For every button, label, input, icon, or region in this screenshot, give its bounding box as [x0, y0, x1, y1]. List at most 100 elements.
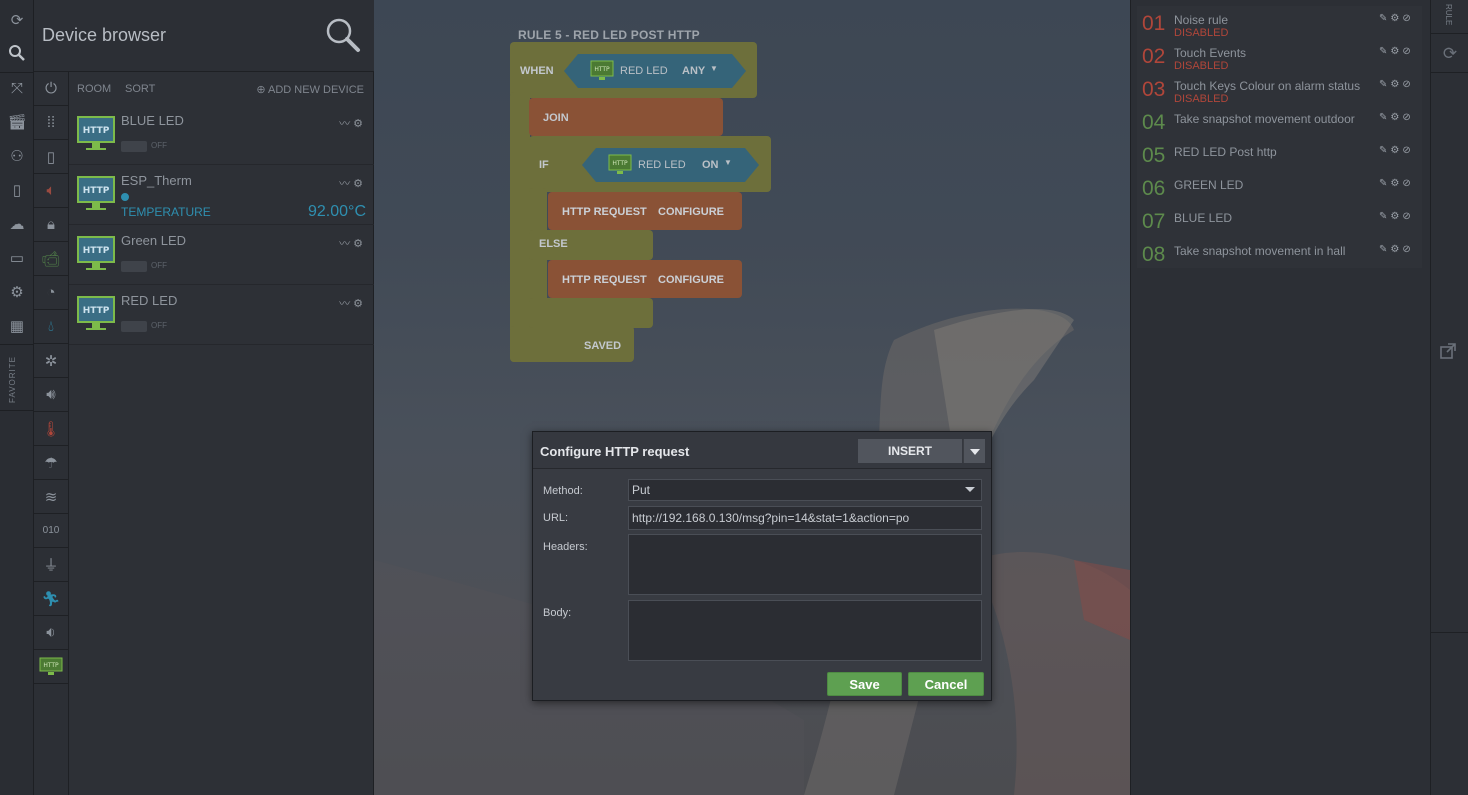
gear-icon[interactable]: ⚙	[353, 178, 366, 190]
device-item[interactable]: HTTP RED LED 〰⚙ OFF	[69, 285, 374, 345]
disable-icon[interactable]: ⊘	[1402, 112, 1413, 123]
rule-tab-label[interactable]: RULE	[1444, 4, 1453, 25]
binary-icon[interactable]: 010	[34, 514, 68, 548]
thermometer-icon[interactable]: 🌡︎	[34, 412, 68, 446]
disable-icon[interactable]: ⊘	[1402, 211, 1413, 222]
camera-icon[interactable]: 📹︎	[34, 242, 68, 276]
power-icon[interactable]: ⏻	[34, 72, 68, 106]
gear-icon[interactable]: ⚙	[1390, 145, 1402, 156]
folder-icon[interactable]: ▭	[5, 248, 29, 270]
edit-icon[interactable]: ✎	[1379, 112, 1390, 123]
chart-icon[interactable]: 〰	[339, 298, 353, 310]
configure-button[interactable]: CONFIGURE	[658, 206, 724, 218]
save-button[interactable]: Save	[827, 672, 902, 696]
configure-button[interactable]: CONFIGURE	[658, 274, 724, 286]
gear-icon[interactable]: ⚙	[1390, 46, 1402, 57]
gear-icon[interactable]: ⚙	[353, 298, 366, 310]
volume-icon[interactable]: 🔊︎	[34, 378, 68, 412]
edit-icon[interactable]: ✎	[1379, 145, 1390, 156]
favorite-label[interactable]: FAVORITE	[8, 356, 17, 403]
room-button[interactable]: ROOM	[77, 83, 111, 95]
device-toggle[interactable]	[121, 261, 147, 272]
refresh-icon[interactable]: ⟳	[5, 10, 29, 32]
chart-icon[interactable]: 〰	[339, 178, 353, 190]
headers-input[interactable]	[628, 534, 982, 595]
dots-icon[interactable]: ⁞⁞	[34, 106, 68, 140]
siren-icon[interactable]: 🔉︎	[34, 616, 68, 650]
gear-icon[interactable]: ⚙	[1390, 79, 1402, 90]
insert-dropdown-toggle[interactable]	[963, 439, 985, 463]
rule-item[interactable]: 08 Take snapshot movement in hall ✎⚙⊘	[1141, 239, 1426, 272]
rule-item[interactable]: 01 Noise rule DISABLED ✎⚙⊘	[1141, 8, 1426, 41]
fan-icon[interactable]: ✲	[34, 344, 68, 378]
disable-icon[interactable]: ⊘	[1402, 244, 1413, 255]
users-icon[interactable]: ⚇	[5, 146, 29, 168]
edit-icon[interactable]: ✎	[1379, 46, 1390, 57]
document-icon[interactable]: ▯	[5, 180, 29, 202]
refresh-icon[interactable]: ⟳	[1440, 44, 1460, 64]
rule-item[interactable]: 03 Touch Keys Colour on alarm status DISAB…	[1141, 74, 1426, 107]
rules-panel: 01 Noise rule DISABLED ✎⚙⊘ 02 Touch Events DIS…	[1130, 0, 1430, 795]
calendar-icon[interactable]: ▦	[5, 316, 29, 338]
search-icon[interactable]	[324, 16, 364, 56]
rule-item[interactable]: 04 Take snapshot movement outdoor ✎⚙⊘	[1141, 107, 1426, 140]
insert-button[interactable]: INSERT	[858, 439, 962, 463]
cancel-button[interactable]: Cancel	[908, 672, 984, 696]
door-icon[interactable]: ▯	[34, 140, 68, 174]
device-item[interactable]: HTTP ESP_Therm 〰⚙ TEMPERATURE 92.00°C	[69, 165, 374, 225]
drop-icon[interactable]: 💧︎	[34, 310, 68, 344]
edit-icon[interactable]: ✎	[1379, 178, 1390, 189]
gear-icon[interactable]: ⚙	[1390, 13, 1402, 24]
edit-icon[interactable]: ✎	[1379, 211, 1390, 222]
add-new-device-button[interactable]: ⊕ ADD NEW DEVICE	[256, 83, 364, 96]
disable-icon[interactable]: ⊘	[1402, 178, 1413, 189]
when-device-selector[interactable]: HTTP RED LED ANY ▼	[564, 54, 746, 88]
device-item[interactable]: HTTP Green LED 〰⚙ OFF	[69, 225, 374, 285]
method-select[interactable]: Put	[628, 479, 982, 501]
gear-icon[interactable]: ⚙	[353, 118, 366, 130]
disable-icon[interactable]: ⊘	[1402, 46, 1413, 57]
if-state[interactable]: ON	[702, 159, 719, 171]
gear-icon[interactable]: ⚙	[1390, 244, 1402, 255]
edit-icon[interactable]: ✎	[1379, 13, 1390, 24]
http-icon[interactable]: HTTP	[34, 650, 68, 684]
disable-icon[interactable]: ⊘	[1402, 79, 1413, 90]
device-toggle[interactable]	[121, 141, 147, 152]
if-device-selector[interactable]: HTTP RED LED ON ▼	[582, 148, 759, 182]
gear-icon[interactable]: ⚙	[1390, 178, 1402, 189]
motion-icon[interactable]: 🏃︎	[34, 582, 68, 616]
rule-item[interactable]: 07 BLUE LED ✎⚙⊘	[1141, 206, 1426, 239]
settings-icon[interactable]: ⚙	[5, 282, 29, 304]
chart-icon[interactable]: 〰	[339, 238, 353, 250]
search-icon[interactable]	[5, 44, 29, 66]
vibration-icon[interactable]: ≋	[34, 480, 68, 514]
disable-icon[interactable]: ⊘	[1402, 13, 1413, 24]
external-link-icon[interactable]	[1440, 343, 1458, 361]
gear-icon[interactable]: ⚙	[353, 238, 366, 250]
gear-icon[interactable]: ⚙	[1390, 112, 1402, 123]
speaker-icon[interactable]: 🔈︎	[34, 174, 68, 208]
plug-icon[interactable]: ⏚	[34, 548, 68, 582]
rule-item[interactable]: 05 RED LED Post http ✎⚙⊘	[1141, 140, 1426, 173]
edit-icon[interactable]: ✎	[1379, 244, 1390, 255]
url-input[interactable]	[628, 506, 982, 530]
weather-icon[interactable]: ☂	[34, 446, 68, 480]
edit-icon[interactable]: ✎	[1379, 79, 1390, 90]
device-toggle[interactable]	[121, 321, 147, 332]
disable-icon[interactable]: ⊘	[1402, 145, 1413, 156]
sort-button[interactable]: SORT	[125, 83, 155, 95]
device-item[interactable]: HTTP BLUE LED 〰⚙ OFF	[69, 105, 374, 165]
http-request-block[interactable]: HTTP REQUEST CONFIGURE	[548, 260, 742, 298]
gear-icon[interactable]: ⚙	[1390, 211, 1402, 222]
lock-icon[interactable]: 🔒︎	[34, 208, 68, 242]
http-request-block[interactable]: HTTP REQUEST CONFIGURE	[548, 192, 742, 230]
cloud-icon[interactable]: ☁	[5, 214, 29, 236]
zoom-fit-icon[interactable]: ⤧	[5, 78, 29, 100]
rule-item[interactable]: 06 GREEN LED ✎⚙⊘	[1141, 173, 1426, 206]
chart-icon[interactable]: 〰	[339, 118, 353, 130]
when-state[interactable]: ANY	[682, 65, 705, 77]
clapperboard-icon[interactable]: 🎬︎	[5, 112, 29, 134]
gauge-icon[interactable]: ◔	[34, 276, 68, 310]
rule-item[interactable]: 02 Touch Events DISABLED ✎⚙⊘	[1141, 41, 1426, 74]
body-input[interactable]	[628, 600, 982, 661]
